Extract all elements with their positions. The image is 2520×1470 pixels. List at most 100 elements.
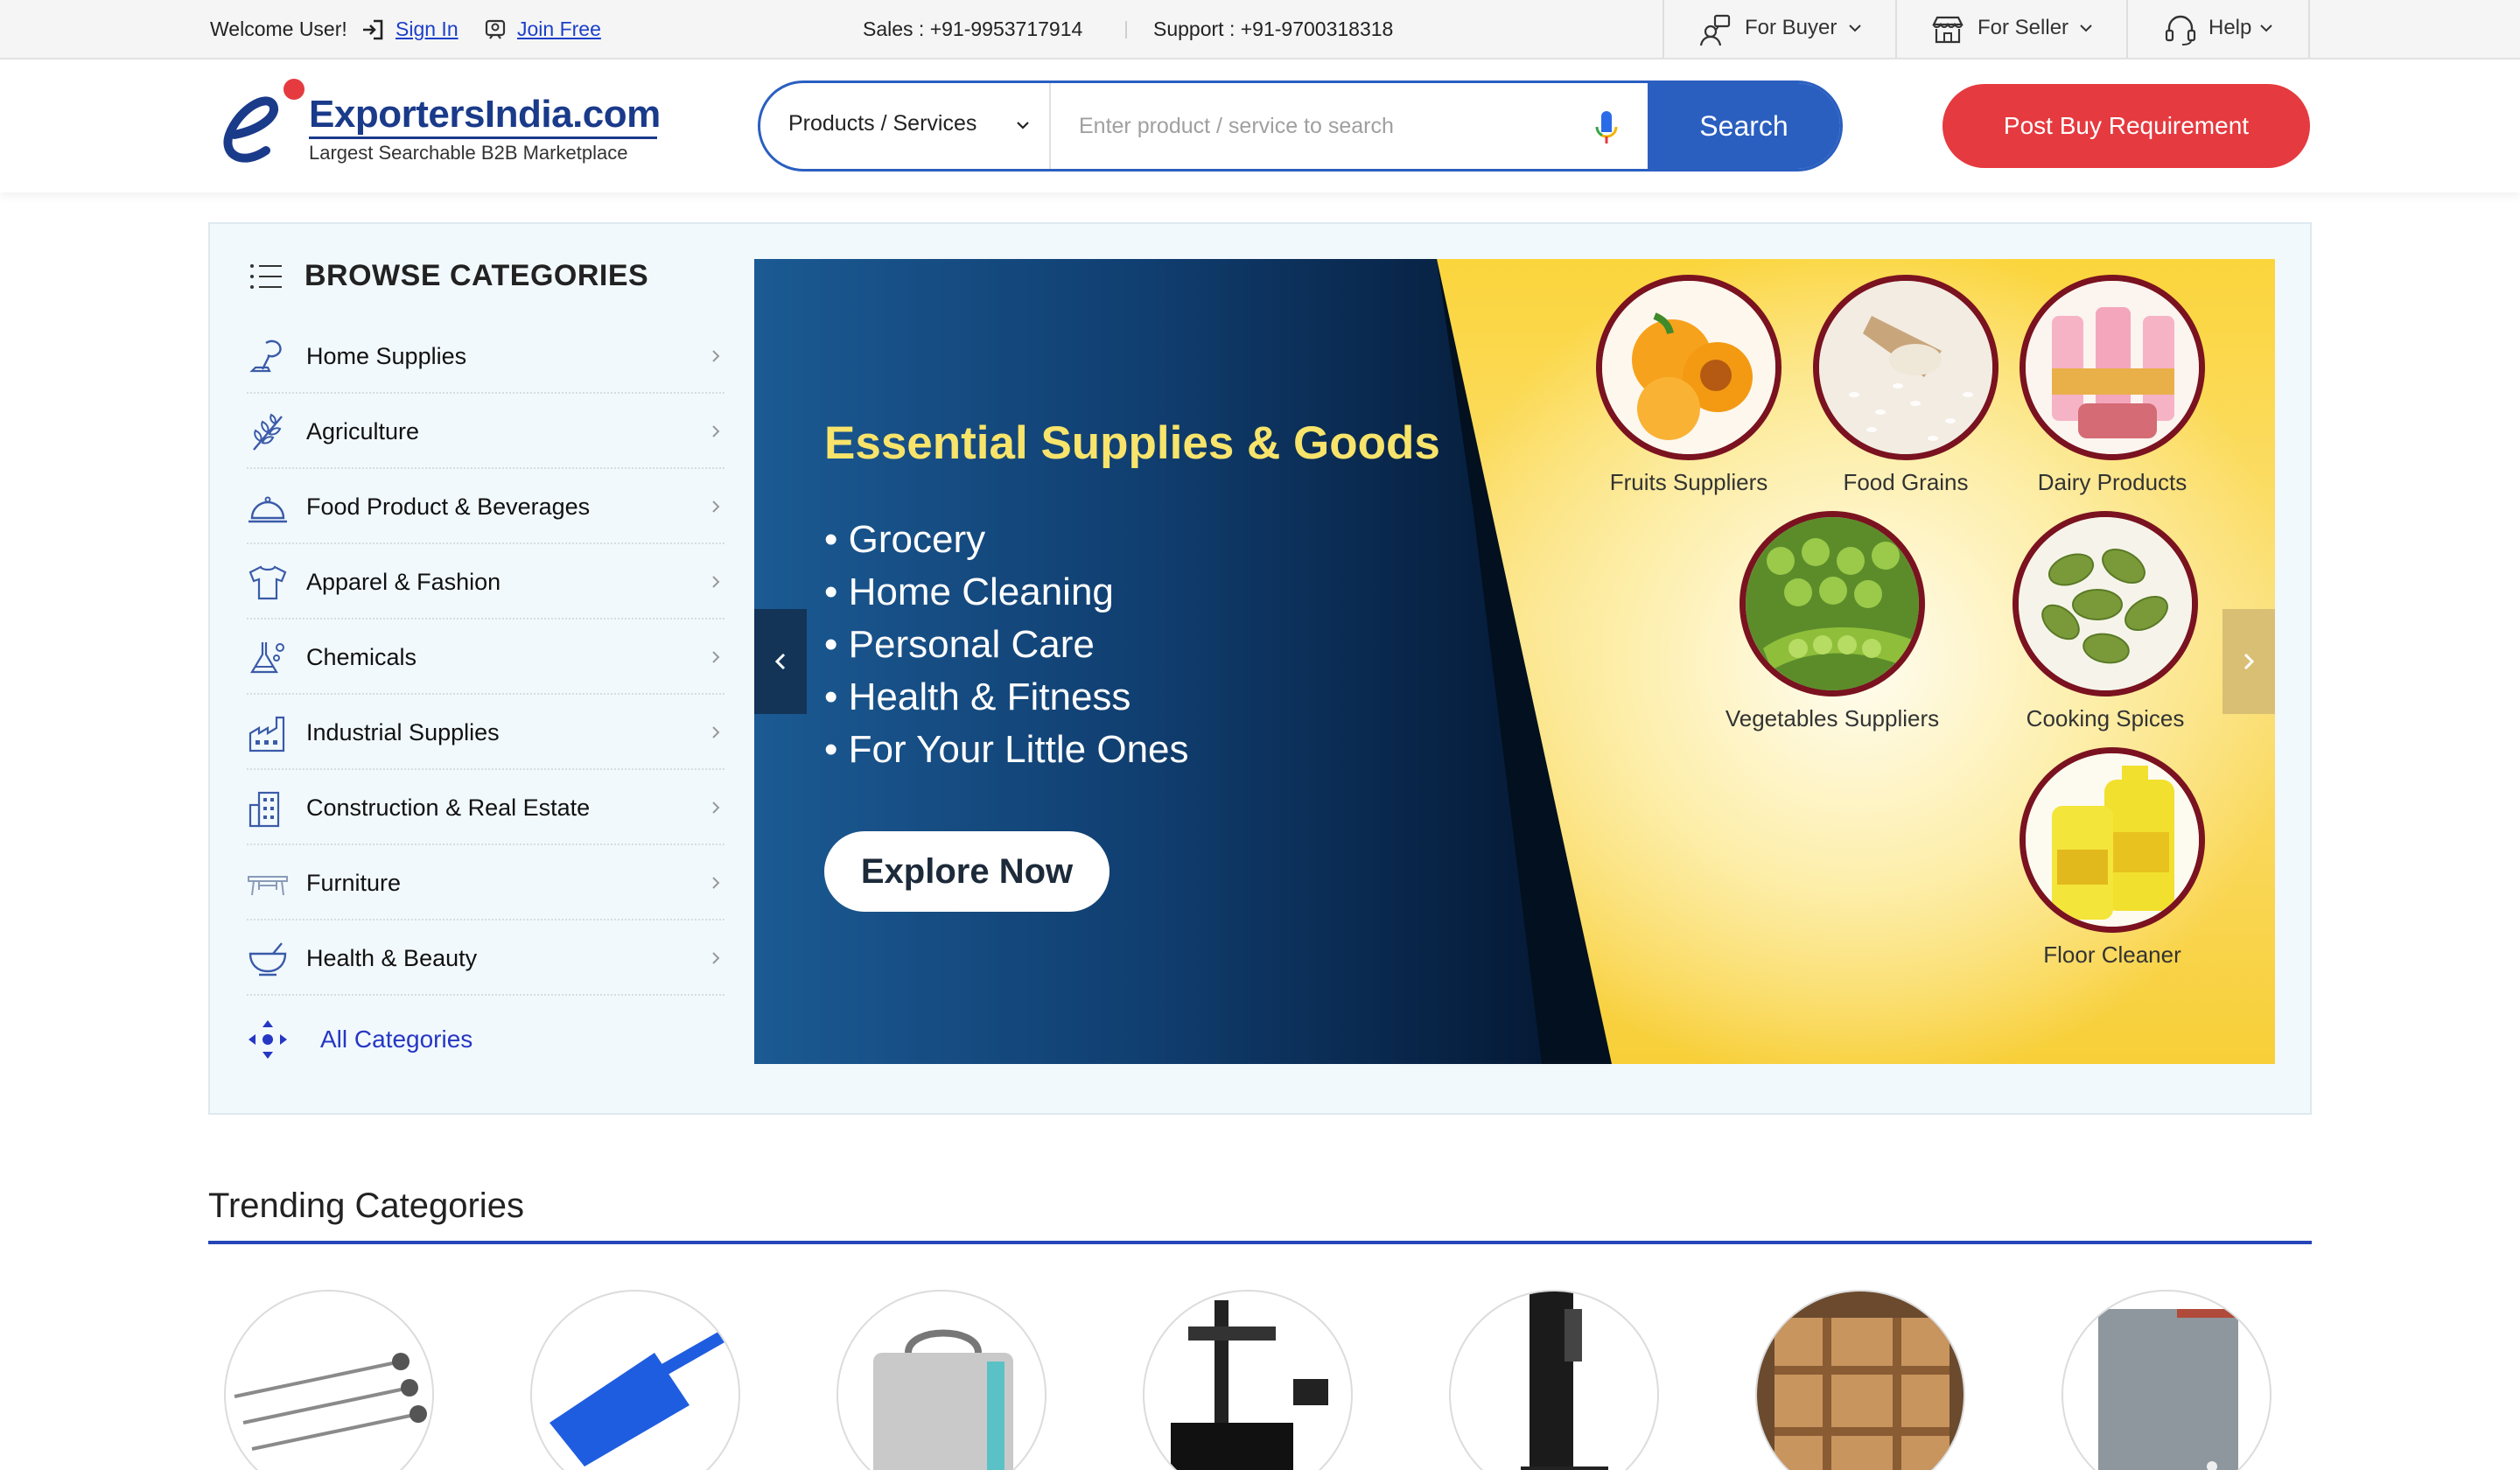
- list-icon: [250, 264, 282, 289]
- welcome-text: Welcome User!: [210, 18, 347, 40]
- dairy-image[interactable]: [2020, 275, 2205, 460]
- vacuum-icon: [249, 340, 282, 373]
- vegetables-image[interactable]: [1740, 511, 1925, 696]
- all-categories-label: All Categories: [320, 1026, 473, 1053]
- trending-item-surgical-instruments[interactable]: [224, 1290, 434, 1470]
- microphone-icon[interactable]: [1593, 109, 1620, 146]
- flask-icon: [250, 642, 284, 674]
- floor-cleaner-image[interactable]: [2020, 747, 2205, 933]
- chevron-right-icon: [712, 651, 720, 663]
- slider-prev-button[interactable]: [754, 609, 807, 714]
- spices-image[interactable]: [2012, 511, 2198, 696]
- chevron-down-icon: [2080, 24, 2092, 32]
- all-categories-icon: [248, 1020, 287, 1059]
- logo-underline: [309, 136, 657, 139]
- trending-item-microscope-stand[interactable]: [1449, 1290, 1659, 1470]
- banner-bullet: • Home Cleaning: [824, 570, 1114, 613]
- category-label: Furniture: [306, 870, 402, 896]
- trending-item-wooden-crate[interactable]: [1755, 1290, 1965, 1470]
- category-furniture[interactable]: Furniture: [247, 845, 724, 920]
- for-buyer-label: For Buyer: [1745, 16, 1838, 39]
- search-category-value: Products / Services: [788, 111, 977, 136]
- chevron-left-icon: [774, 653, 786, 670]
- help-menu[interactable]: Help: [2126, 0, 2310, 58]
- hero-section: BROWSE CATEGORIES Home Supplies Agricult…: [208, 222, 2312, 1115]
- grains-image[interactable]: [1813, 275, 1998, 460]
- building-icon: [248, 791, 280, 828]
- sign-in-icon[interactable]: [360, 18, 385, 42]
- trending-item-water-heater[interactable]: [2062, 1290, 2272, 1470]
- product-label[interactable]: Floor Cleaner: [1981, 942, 2244, 969]
- category-label: Chemicals: [306, 644, 417, 670]
- top-utility-bar: Welcome User! Sign In Join Free Sales : …: [0, 0, 2520, 60]
- category-label: Home Supplies: [306, 343, 467, 369]
- fruits-image[interactable]: [1596, 275, 1782, 460]
- category-label: Agriculture: [306, 418, 420, 444]
- chevron-down-icon: [1849, 24, 1861, 32]
- chevron-right-icon: [712, 500, 720, 513]
- promo-banner[interactable]: Essential Supplies & Goods • Grocery • H…: [754, 259, 2275, 1064]
- category-label: Apparel & Fashion: [306, 569, 501, 595]
- for-buyer-menu[interactable]: For Buyer: [1662, 0, 1895, 58]
- category-health-beauty[interactable]: Health & Beauty: [247, 920, 724, 996]
- for-seller-label: For Seller: [1978, 16, 2069, 39]
- chevron-right-icon: [712, 726, 720, 738]
- join-free-link[interactable]: Join Free: [517, 0, 601, 58]
- logo-tagline: Largest Searchable B2B Marketplace: [309, 142, 628, 164]
- trending-item-felt-bag[interactable]: [836, 1290, 1046, 1470]
- support-phone: Support : +91-9700318318: [1153, 18, 1394, 40]
- category-construction-real-estate[interactable]: Construction & Real Estate: [247, 770, 724, 845]
- divider: [1125, 21, 1127, 38]
- chevron-right-icon: [712, 350, 720, 362]
- search-category-select[interactable]: Products / Services: [760, 83, 1051, 169]
- bowl-icon: [248, 942, 287, 976]
- category-label: Food Product & Beverages: [306, 494, 591, 520]
- chevron-right-icon: [712, 802, 720, 814]
- product-label[interactable]: Cooking Spices: [1974, 705, 2236, 732]
- category-food-product-beverages[interactable]: Food Product & Beverages: [247, 469, 724, 544]
- category-label: Construction & Real Estate: [306, 794, 591, 821]
- banner-bullet: • For Your Little Ones: [824, 728, 1189, 771]
- post-buy-requirement-button[interactable]: Post Buy Requirement: [1942, 84, 2310, 168]
- all-categories-link[interactable]: All Categories: [247, 1015, 509, 1068]
- category-agriculture[interactable]: Agriculture: [247, 394, 724, 469]
- logo-name: ExportersIndia.com: [309, 93, 661, 136]
- chevron-right-icon: [712, 952, 720, 964]
- category-label: Industrial Supplies: [306, 719, 500, 746]
- banner-bullet: • Grocery: [824, 518, 986, 561]
- browse-categories-title: BROWSE CATEGORIES: [304, 259, 649, 292]
- chevron-down-icon: [2260, 24, 2272, 32]
- chevron-right-icon: [712, 576, 720, 588]
- chevron-right-icon: [712, 425, 720, 438]
- search-button[interactable]: Search: [1648, 83, 1840, 169]
- header: ExportersIndia.com Largest Searchable B2…: [0, 60, 2520, 192]
- sales-phone: Sales : +91-9953717914: [863, 18, 1083, 40]
- site-logo[interactable]: ExportersIndia.com Largest Searchable B2…: [208, 72, 681, 177]
- for-seller-menu[interactable]: For Seller: [1895, 0, 2126, 58]
- table-icon: [248, 876, 288, 896]
- banner-bullet: • Personal Care: [824, 623, 1095, 666]
- tshirt-icon: [248, 565, 287, 600]
- trending-item-dustpan[interactable]: [530, 1290, 740, 1470]
- chevron-right-icon: [2244, 653, 2255, 670]
- category-apparel-fashion[interactable]: Apparel & Fashion: [247, 544, 724, 620]
- trending-item-measuring-machine[interactable]: [1143, 1290, 1353, 1470]
- explore-now-button[interactable]: Explore Now: [824, 831, 1110, 912]
- help-label: Help: [2208, 16, 2252, 39]
- product-label[interactable]: Dairy Products: [1981, 469, 2244, 496]
- trending-categories-title: Trending Categories: [208, 1186, 524, 1225]
- category-industrial-supplies[interactable]: Industrial Supplies: [247, 695, 724, 770]
- chevron-right-icon: [712, 877, 720, 889]
- search-input[interactable]: [1053, 83, 1621, 169]
- sign-in-link[interactable]: Sign In: [396, 0, 458, 58]
- join-free-icon[interactable]: [483, 18, 508, 42]
- wheat-icon: [253, 413, 283, 451]
- slider-next-button[interactable]: [2222, 609, 2275, 714]
- category-label: Health & Beauty: [306, 945, 478, 971]
- category-home-supplies[interactable]: Home Supplies: [247, 318, 724, 394]
- logo-e-icon: [223, 79, 304, 163]
- food-cloche-icon: [248, 496, 287, 523]
- buyer-icon: [1699, 14, 1731, 46]
- product-label[interactable]: Vegetables Suppliers: [1701, 705, 1964, 732]
- category-chemicals[interactable]: Chemicals: [247, 620, 724, 695]
